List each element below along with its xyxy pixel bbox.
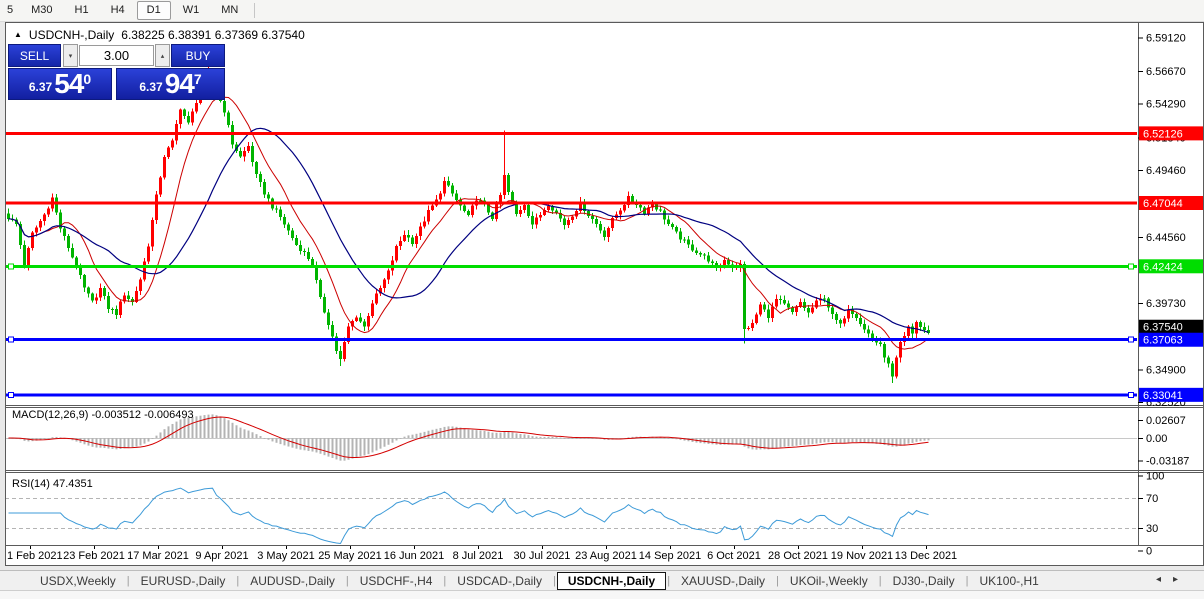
tab-separator: | [443, 574, 447, 587]
date-tick-label: 9 Apr 2021 [195, 550, 248, 562]
volume-increase-button[interactable]: ▴ [155, 44, 170, 67]
tab-separator: | [878, 574, 882, 587]
svg-text:6.42424: 6.42424 [1143, 261, 1183, 273]
buy-button[interactable]: BUY [171, 44, 225, 67]
toolbar-separator [254, 3, 256, 18]
tab-separator: | [667, 574, 671, 587]
chart-tab-usdcnh-daily[interactable]: USDCNH-,Daily [556, 571, 667, 590]
line-handle[interactable] [8, 336, 14, 343]
tab-separator: | [345, 574, 349, 587]
svg-text:6.34900: 6.34900 [1146, 364, 1186, 376]
date-tick-label: 1 Feb 2021 [7, 550, 63, 562]
svg-text:-0.03187: -0.03187 [1146, 455, 1189, 467]
svg-text:6.47044: 6.47044 [1143, 198, 1183, 210]
tab-separator: | [126, 574, 130, 587]
svg-text:6.54290: 6.54290 [1146, 99, 1186, 111]
tab-separator: | [776, 574, 779, 587]
line-handle[interactable] [1128, 263, 1134, 270]
tab-scroll-left-icon[interactable]: ◂ [1156, 574, 1161, 585]
date-tick-label: 17 Mar 2021 [127, 550, 189, 562]
date-tick-label: 16 Jun 2021 [384, 550, 445, 562]
date-tick-label: 23 Aug 2021 [575, 550, 637, 562]
svg-text:0.02607: 0.02607 [1146, 415, 1186, 427]
date-tick-label: 30 Jul 2021 [514, 550, 571, 562]
chart-tab-xauusd-daily[interactable]: XAUUSD-,Daily [671, 573, 775, 589]
svg-text:6.59120: 6.59120 [1146, 33, 1186, 45]
date-tick-label: 23 Feb 2021 [63, 550, 125, 562]
chart-window: 6.591206.566706.542906.518406.494606.445… [5, 22, 1204, 566]
rsi-indicator-label: RSI(14) 47.4351 [12, 478, 93, 490]
chart-tab-usdx-weekly[interactable]: USDX,Weekly [30, 573, 126, 589]
chart-tab-uk100-h1[interactable]: UK100-,H1 [969, 573, 1048, 589]
chevron-up-icon: ▴ [160, 52, 165, 60]
line-handle[interactable] [8, 263, 14, 270]
sell-button[interactable]: SELL [8, 44, 61, 67]
chart-tab-bar: USDX,Weekly | EURUSD-,Daily | AUDUSD-,Daily |… [0, 570, 1204, 590]
timeframe-button-h1[interactable]: H1 [65, 1, 99, 20]
svg-text:30: 30 [1146, 523, 1158, 535]
svg-text:6.37063: 6.37063 [1143, 335, 1183, 347]
price-chart-canvas[interactable]: 6.591206.566706.542906.518406.494606.445… [5, 22, 1204, 566]
svg-text:0.00: 0.00 [1146, 433, 1167, 445]
ask-price-big: 94 [164, 68, 195, 99]
ask-price-prefix: 6.37 [139, 80, 163, 94]
svg-text:6.33041: 6.33041 [1143, 390, 1183, 402]
svg-text:6.37540: 6.37540 [1143, 322, 1183, 334]
chevron-down-icon: ▾ [68, 52, 73, 60]
bid-price-big: 54 [54, 68, 84, 99]
timeframe-toolbar: 5 M30 H1 H4 D1 W1 MN [0, 0, 1204, 22]
date-tick-label: 14 Sep 2021 [639, 550, 701, 562]
one-click-trading-widget: SELL ▾ ▴ BUY 6.37 54 0 6.37 94 7 [8, 44, 225, 100]
tab-separator: | [236, 574, 240, 587]
tab-separator: | [552, 574, 556, 587]
chart-title-bar: ▲ USDCNH-,Daily 6.38225 6.38391 6.37369 … [14, 28, 305, 42]
ask-price-panel[interactable]: 6.37 94 7 [116, 68, 225, 100]
svg-text:6.39730: 6.39730 [1146, 298, 1186, 310]
date-tick-label: 13 Dec 2021 [895, 550, 957, 562]
chart-tab-audusd-daily[interactable]: AUDUSD-,Daily [240, 573, 345, 589]
svg-text:100: 100 [1146, 471, 1164, 483]
date-tick-label: 8 Jul 2021 [453, 550, 504, 562]
line-handle[interactable] [8, 391, 14, 398]
svg-text:6.56670: 6.56670 [1146, 66, 1186, 78]
timeframe-button-h4[interactable]: H4 [101, 1, 135, 20]
chart-background [5, 22, 1204, 566]
date-tick-label: 6 Oct 2021 [707, 550, 761, 562]
chart-symbol-period: USDCNH-,Daily [28, 28, 115, 42]
tab-separator: | [965, 574, 969, 587]
date-tick-label: 25 May 2021 [318, 550, 382, 562]
ask-price-pipette: 7 [193, 71, 202, 87]
bid-price-pipette: 0 [83, 71, 92, 87]
up-triangle-icon: ▲ [14, 30, 22, 39]
chart-ohlc-values: 6.38225 6.38391 6.37369 6.37540 [121, 28, 305, 42]
line-handle[interactable] [1128, 336, 1134, 343]
date-tick-label: 28 Oct 2021 [768, 550, 828, 562]
tab-scroll-right-icon[interactable]: ▸ [1173, 574, 1178, 585]
line-handle[interactable] [1128, 391, 1134, 398]
timeframe-button-mn[interactable]: MN [211, 1, 248, 20]
chart-tab-eurusd-daily[interactable]: EURUSD-,Daily [131, 573, 236, 589]
chart-tab-ukoil-weekly[interactable]: UKOil-,Weekly [780, 573, 878, 589]
date-tick-label: 19 Nov 2021 [831, 550, 893, 562]
timeframe-button-m30[interactable]: M30 [21, 1, 62, 20]
chart-tab-dj30-daily[interactable]: DJ30-,Daily [883, 573, 965, 589]
bid-price-panel[interactable]: 6.37 54 0 [8, 68, 112, 100]
chart-tab-usdcad-daily[interactable]: USDCAD-,Daily [447, 573, 552, 589]
svg-text:6.52126: 6.52126 [1143, 128, 1183, 140]
svg-text:70: 70 [1146, 493, 1158, 505]
timeframe-button-d1[interactable]: D1 [136, 1, 171, 20]
svg-text:6.49460: 6.49460 [1146, 165, 1186, 177]
tab-scroll-arrows: ◂ ▸ [1156, 574, 1178, 585]
timeframe-button-w1[interactable]: W1 [173, 1, 210, 20]
svg-text:6.44560: 6.44560 [1146, 232, 1186, 244]
macd-indicator-label: MACD(12,26,9) -0.003512 -0.006493 [12, 409, 194, 421]
chart-tab-usdchf-h4[interactable]: USDCHF-,H4 [350, 573, 443, 589]
timeframe-button-5[interactable]: 5 [1, 1, 19, 20]
volume-dropdown-button[interactable]: ▾ [63, 44, 78, 67]
volume-input[interactable] [79, 45, 154, 66]
date-tick-label: 3 May 2021 [257, 550, 314, 562]
svg-text:0: 0 [1146, 546, 1152, 558]
bid-price-prefix: 6.37 [28, 80, 53, 94]
